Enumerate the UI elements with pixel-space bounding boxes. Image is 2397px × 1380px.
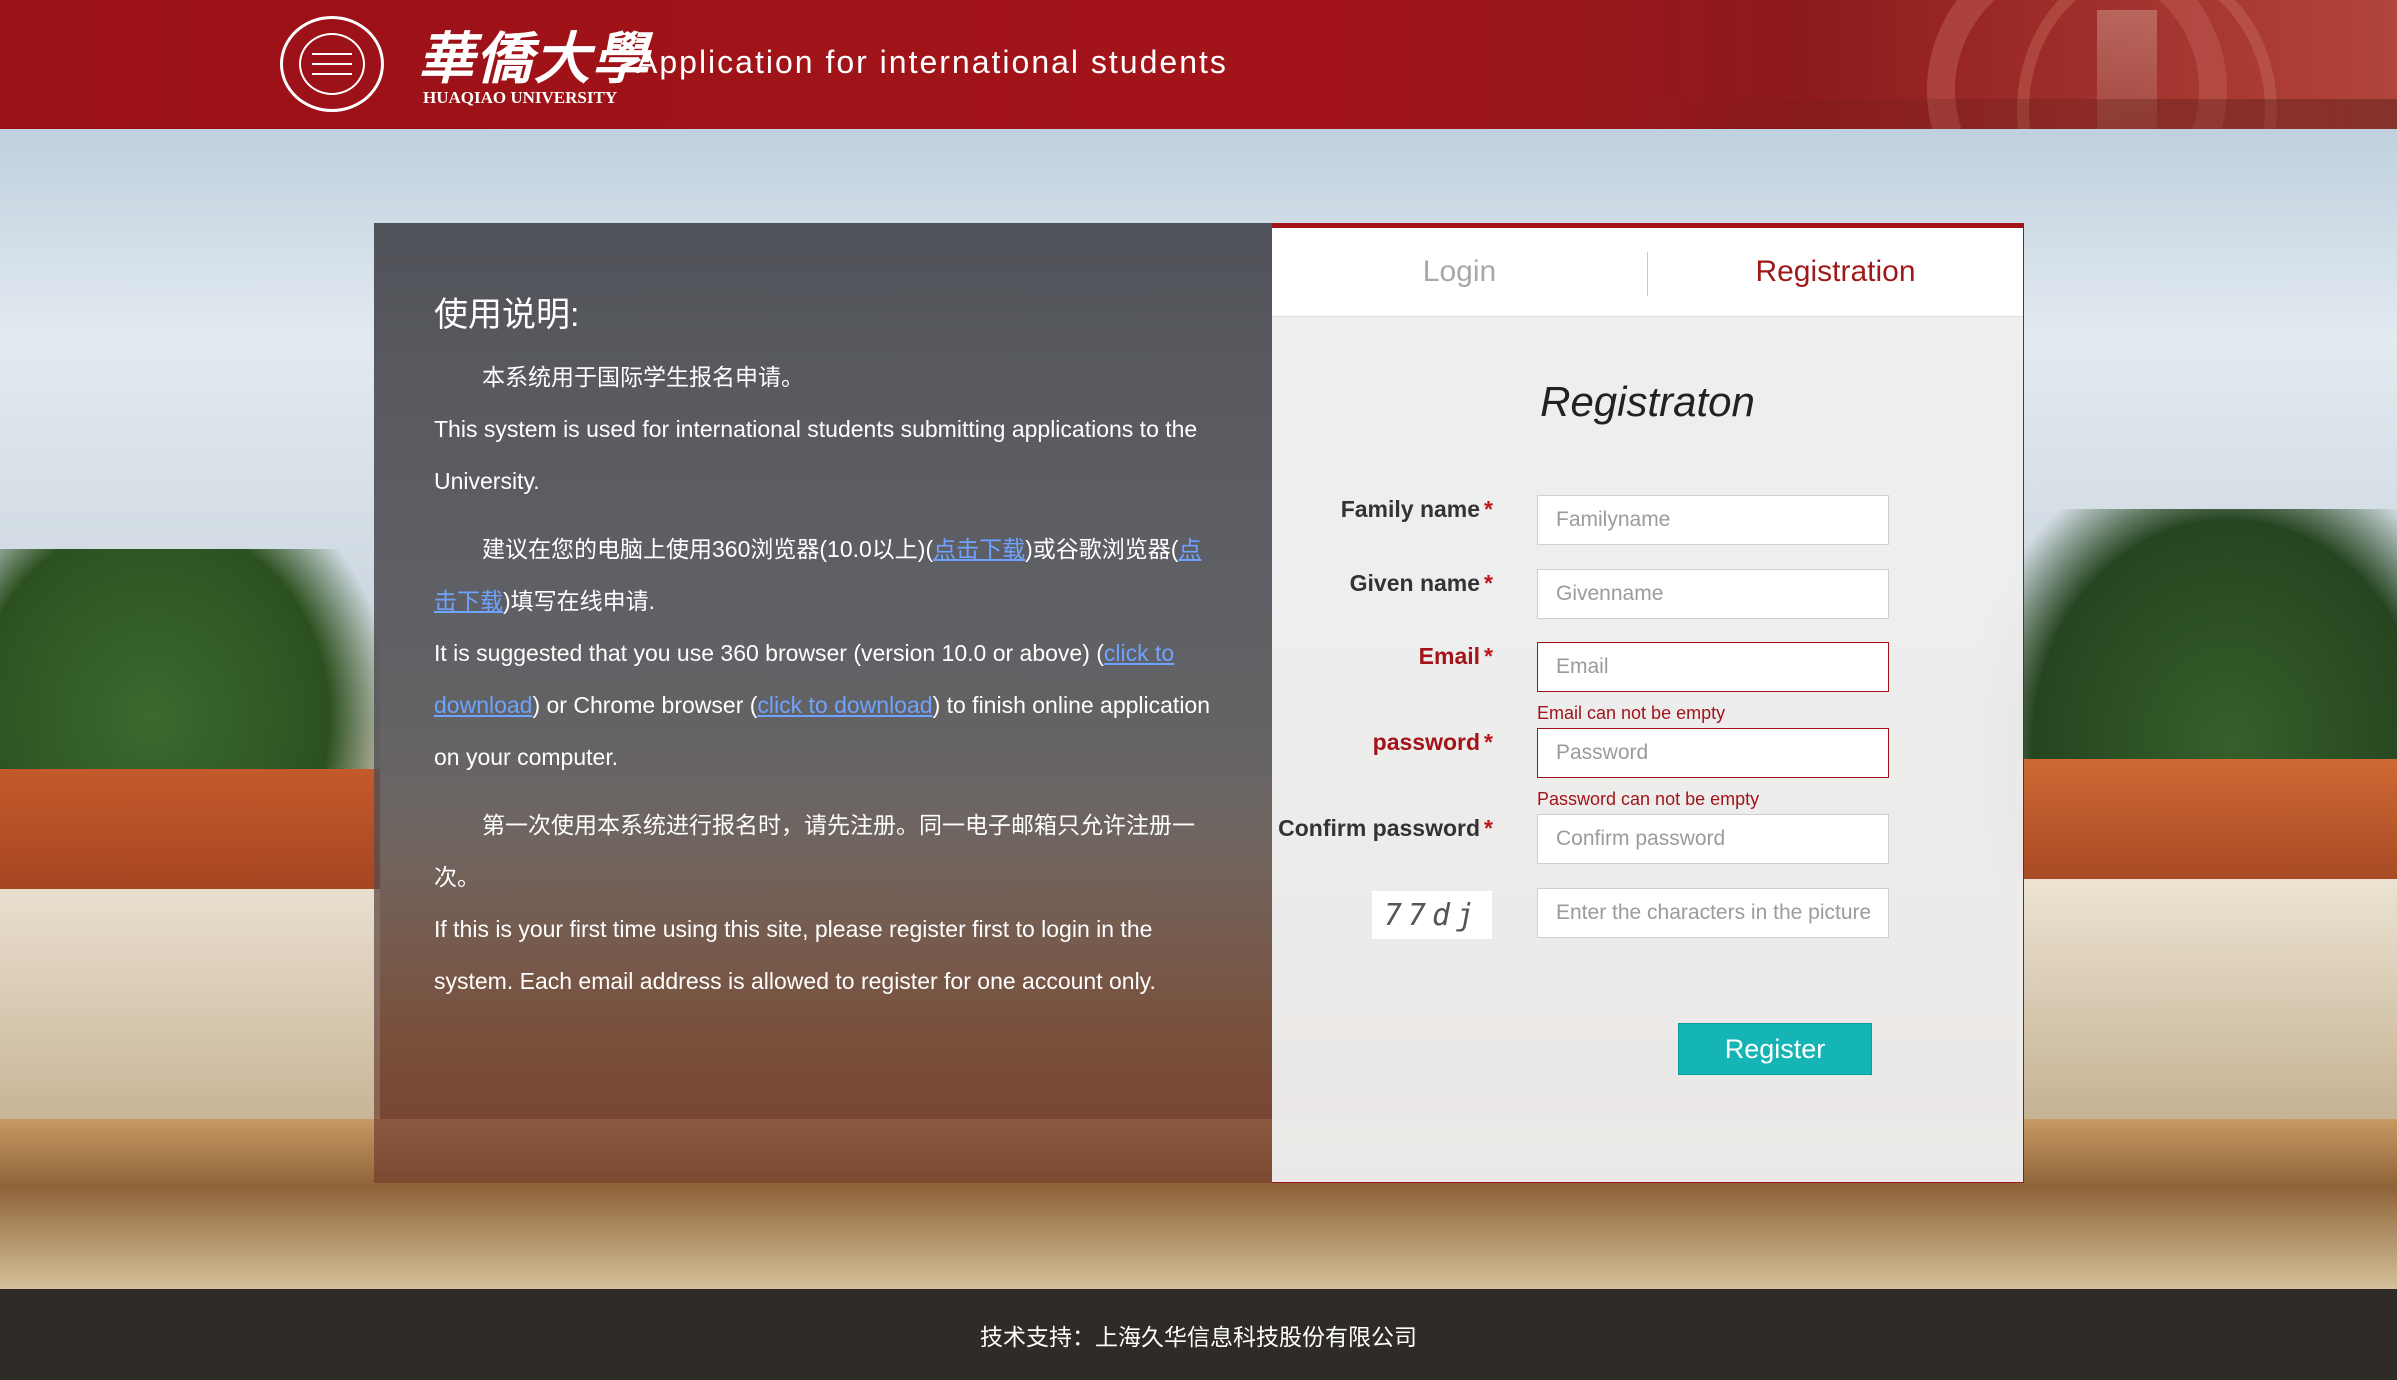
password-label: password * bbox=[1372, 729, 1493, 755]
instruction-p2-cn: 建议在您的电脑上使用360浏览器(10.0以上)(点击下载)或谷歌浏览器(点击下… bbox=[434, 536, 1202, 614]
password-input[interactable] bbox=[1537, 728, 1889, 778]
header-title: Application for international students bbox=[636, 44, 1228, 80]
given-name-label: Given name * bbox=[1349, 570, 1493, 596]
email-label: Email * bbox=[1418, 643, 1493, 669]
auth-tabs: Login Registration bbox=[1272, 228, 2023, 317]
header-skyline bbox=[1647, 99, 2397, 129]
logo-english-name: HUAQIAO UNIVERSITY bbox=[423, 88, 618, 107]
password-error-message: Password can not be empty bbox=[1537, 789, 1760, 809]
captcha-image[interactable]: 77dj bbox=[1372, 891, 1492, 939]
captcha-input[interactable] bbox=[1537, 888, 1889, 938]
instructions-body: 本系统用于国际学生报名申请。 This system is used for i… bbox=[434, 351, 1214, 1007]
register-button[interactable]: Register bbox=[1678, 1023, 1872, 1075]
footer-tech-support: 技术支持：上海久华信息科技股份有限公司 bbox=[980, 1323, 1417, 1350]
instruction-p1-en: This system is used for international st… bbox=[434, 416, 1198, 494]
instructions-title: 使用说明: bbox=[434, 296, 580, 334]
instruction-p2-en: It is suggested that you use 360 browser… bbox=[434, 640, 1211, 770]
instructions-panel: 使用说明: 本系统用于国际学生报名申请。 This system is used… bbox=[374, 223, 1272, 1183]
tab-registration[interactable]: Registration bbox=[1648, 228, 2023, 316]
university-seal-icon bbox=[280, 16, 384, 112]
family-name-label: Family name * bbox=[1340, 496, 1493, 522]
form-title: Registraton bbox=[1540, 378, 1755, 425]
download-chrome-link-en[interactable]: click to download bbox=[757, 692, 932, 718]
instruction-p1-cn: 本系统用于国际学生报名申请。 bbox=[482, 364, 804, 390]
email-input[interactable] bbox=[1537, 642, 1889, 692]
family-name-input[interactable] bbox=[1537, 495, 1889, 545]
instruction-p3-cn: 第一次使用本系统进行报名时，请先注册。同一电子邮箱只允许注册一次。 bbox=[434, 812, 1195, 890]
logo-chinese-name: 華僑大學 bbox=[418, 26, 650, 92]
site-header: 華僑大學 HUAQIAO UNIVERSITY Application for … bbox=[0, 0, 2397, 129]
download-360-link-cn[interactable]: 点击下载 bbox=[933, 536, 1025, 562]
given-name-input[interactable] bbox=[1537, 569, 1889, 619]
confirm-password-label: Confirm password * bbox=[1278, 815, 1493, 841]
registration-panel: Login Registration Registraton Family na… bbox=[1272, 223, 2024, 1183]
confirm-password-input[interactable] bbox=[1537, 814, 1889, 864]
email-error-message: Email can not be empty bbox=[1537, 703, 1726, 723]
tab-login[interactable]: Login bbox=[1272, 228, 1647, 316]
instruction-p3-en: If this is your first time using this si… bbox=[434, 916, 1156, 994]
site-footer: 技术支持：上海久华信息科技股份有限公司 bbox=[0, 1289, 2397, 1380]
